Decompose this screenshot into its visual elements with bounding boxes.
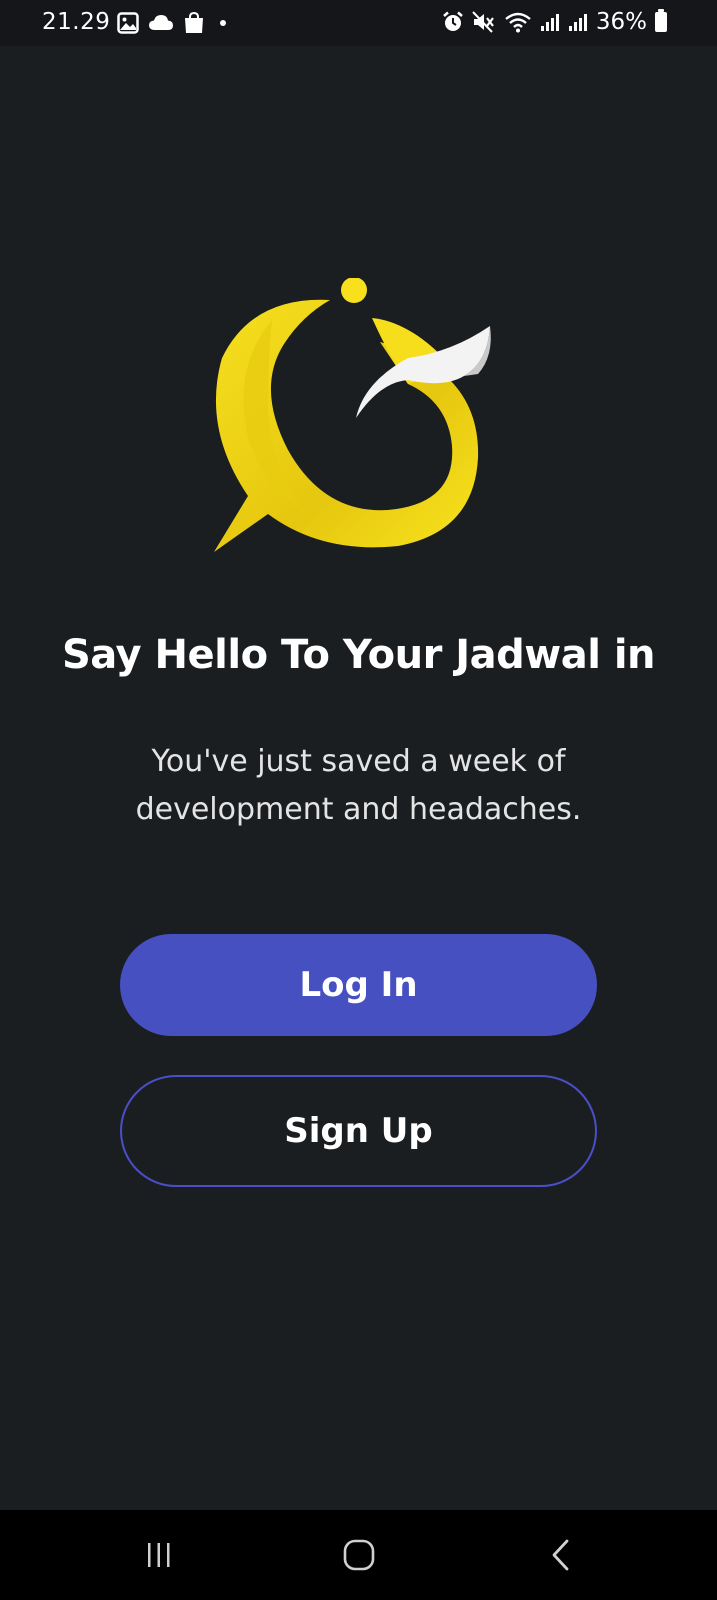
gallery-icon: [117, 12, 139, 34]
shopping-bag-icon: [185, 11, 203, 33]
welcome-subtitle: You've just saved a week of development …: [135, 744, 582, 827]
status-time: 21.29: [42, 9, 111, 35]
status-left-icons: [117, 11, 226, 35]
mute-icon: [472, 11, 494, 33]
system-nav-bar: [0, 1510, 717, 1600]
alarm-icon: [443, 11, 463, 31]
status-bar: 21.29 36%: [0, 0, 717, 46]
signal-icon: [540, 14, 559, 31]
login-button[interactable]: Log In: [120, 934, 597, 1036]
signup-button-label: Sign Up: [284, 1111, 433, 1151]
home-icon[interactable]: [334, 1530, 384, 1580]
cloud-icon: [149, 15, 173, 30]
login-button-label: Log In: [299, 965, 418, 1005]
notification-dot: [220, 20, 226, 26]
battery-percent: 36%: [595, 9, 647, 35]
back-icon[interactable]: [536, 1530, 586, 1580]
battery-icon: [655, 9, 667, 32]
jadwal-logo-icon: [214, 278, 491, 552]
welcome-screen: 21.29 36% Say Hello To Your Jadwal in Yo…: [0, 0, 717, 1600]
wifi-icon: [505, 12, 531, 33]
signup-button[interactable]: Sign Up: [120, 1075, 597, 1187]
welcome-title: Say Hello To Your Jadwal in: [61, 632, 656, 678]
signal-icon-2: [568, 14, 587, 31]
status-right-icons: 36%: [442, 9, 667, 35]
recent-apps-icon[interactable]: [134, 1530, 184, 1580]
